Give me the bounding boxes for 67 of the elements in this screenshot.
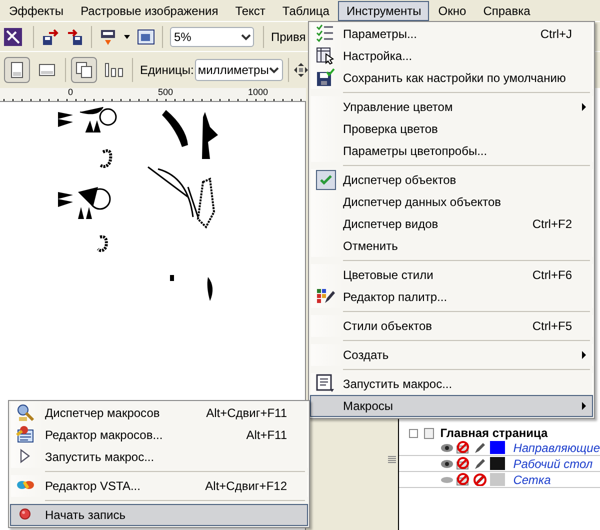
menu-item-label: Цветовые стили — [343, 267, 434, 284]
menu-item-label: Сохранить как настройки по умолчанию — [343, 70, 566, 87]
menu-item[interactable]: Текст — [227, 0, 274, 20]
menu-item[interactable]: Управление цветом — [310, 96, 593, 118]
zoom-combo[interactable]: 5% — [170, 26, 254, 46]
menu-item[interactable]: Редактор палитр... — [310, 286, 593, 308]
menu-item[interactable]: Отменить — [310, 235, 593, 257]
shortcut-label: Alt+Сдвиг+F11 — [206, 405, 287, 422]
menu-item[interactable]: Стили объектов Ctrl+F5 — [310, 315, 593, 337]
menu-item-label: Диспетчер объектов — [343, 172, 456, 189]
layer-name[interactable]: Рабочий стол — [513, 456, 593, 470]
snap-label[interactable]: Привя — [271, 28, 306, 46]
menu-item-label: Стили объектов — [343, 318, 432, 335]
menu-item[interactable]: Диспетчер данных объектов — [310, 191, 593, 213]
shortcut-label: Ctrl+F2 — [532, 216, 572, 233]
menu-item[interactable]: Справка — [475, 0, 538, 20]
menu-item[interactable]: Таблица — [274, 0, 338, 20]
ruler-label: 500 — [158, 87, 174, 97]
menu-item[interactable]: Параметры... Ctrl+J — [310, 23, 593, 45]
menu-item-label: Диспетчер данных объектов — [343, 194, 502, 211]
menu-item-label: Макросы — [343, 398, 394, 415]
menu-item-label: Начать запись — [45, 507, 126, 524]
menu-item-label: Запустить макрос... — [45, 449, 154, 466]
menu-item[interactable]: Инструменты — [338, 0, 430, 20]
menu-item[interactable]: Создать — [310, 344, 593, 366]
menu-item-label: Параметры... — [343, 26, 417, 43]
menu-item-label: Проверка цветов — [343, 121, 438, 138]
menu-item[interactable]: Окно — [430, 0, 474, 20]
menu-item[interactable]: Редактор VSTA... Alt+Сдвиг+F12 — [10, 475, 308, 497]
ruler-label: 1000 — [248, 87, 268, 97]
menu-item[interactable]: Диспетчер макросов Alt+Сдвиг+F11 — [10, 402, 308, 424]
shortcut-label: Ctrl+F5 — [532, 318, 572, 335]
menu-item-label: Диспетчер макросов — [45, 405, 160, 422]
shortcut-label: Alt+F11 — [246, 427, 287, 444]
shortcut-label: Ctrl+J — [540, 26, 572, 43]
menu-item[interactable]: Сохранить как настройки по умолчанию — [310, 67, 593, 89]
menu-item[interactable]: Диспетчер объектов — [310, 169, 593, 191]
menu-item[interactable]: Растровые изображения — [72, 0, 226, 20]
menu-item[interactable]: Запустить макрос... — [10, 446, 308, 468]
layer-name[interactable]: Сетка — [513, 472, 551, 486]
units-label: Единицы: — [140, 62, 194, 79]
page-name[interactable]: Главная страница — [440, 426, 548, 440]
shortcut-label: Alt+Сдвиг+F12 — [205, 478, 287, 495]
menu-item-label: Запустить макрос... — [343, 376, 452, 393]
menu-item-label: Редактор палитр... — [343, 289, 448, 306]
units-combo[interactable]: миллиметры — [194, 59, 283, 81]
menu-item[interactable]: Цветовые стили Ctrl+F6 — [310, 264, 593, 286]
shortcut-label: Ctrl+F6 — [532, 267, 572, 284]
layer-name[interactable]: Направляющие — [513, 440, 600, 454]
menu-item[interactable]: Начать запись — [10, 504, 308, 526]
menu-item-label: Управление цветом — [343, 99, 453, 116]
menu-item[interactable]: Редактор макросов... Alt+F11 — [10, 424, 308, 446]
menu-item[interactable]: Эффекты — [1, 0, 72, 20]
ruler-label: 0 — [68, 87, 74, 97]
menu-item-label: Редактор макросов... — [45, 427, 163, 444]
menu-item[interactable]: Диспетчер видов Ctrl+F2 — [310, 213, 593, 235]
menu-item[interactable]: Макросы — [310, 395, 593, 417]
menu-item-label: Отменить — [343, 238, 398, 255]
menu-item-label: Настройка... — [343, 48, 412, 65]
menu-item[interactable]: Запустить макрос... — [310, 373, 593, 395]
menu-item[interactable]: Проверка цветов — [310, 118, 593, 140]
menu-item[interactable]: Настройка... — [310, 45, 593, 67]
menu-item-label: Создать — [343, 347, 389, 364]
menu-item-label: Параметры цветопробы... — [343, 143, 488, 160]
menu-item-label: Редактор VSTA... — [45, 478, 140, 495]
menu-item[interactable]: Параметры цветопробы... — [310, 140, 593, 162]
menu-item-label: Диспетчер видов — [343, 216, 438, 233]
